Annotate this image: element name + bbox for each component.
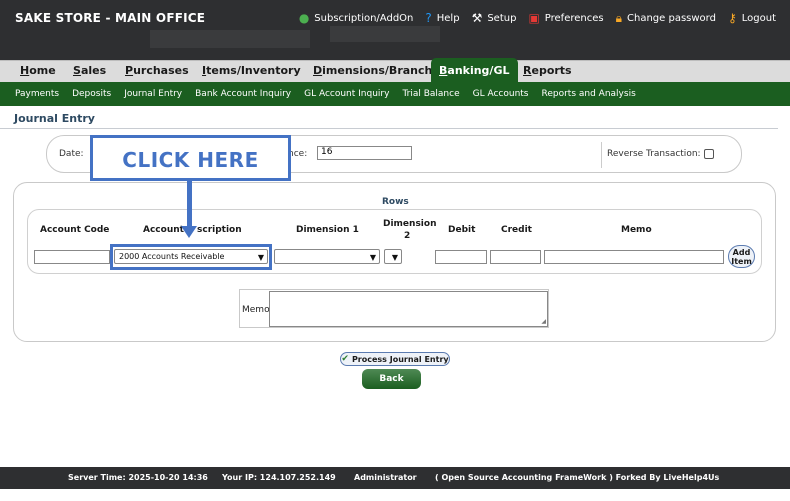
- subnav-bank-account-inquiry[interactable]: Bank Account Inquiry: [195, 89, 291, 99]
- top-header: SAKE STORE - MAIN OFFICE ● Subscription/…: [0, 0, 790, 62]
- process-label: Process Journal Entry: [351, 354, 449, 364]
- col-account-left: Account: [143, 225, 184, 235]
- memo-textarea[interactable]: ◢: [269, 291, 548, 327]
- company-name: SAKE STORE - MAIN OFFICE: [15, 11, 206, 25]
- subnav-reports-analysis[interactable]: Reports and Analysis: [542, 89, 636, 99]
- page-title: Journal Entry: [14, 112, 95, 125]
- account-code-input[interactable]: [34, 250, 110, 264]
- nav-home[interactable]: Home: [20, 64, 56, 77]
- credit-input[interactable]: [490, 250, 541, 264]
- change-password-link[interactable]: 🔒︎ Change password: [616, 12, 716, 24]
- client-ip: Your IP: 124.107.252.149: [222, 473, 336, 482]
- resize-handle-icon[interactable]: ◢: [541, 318, 546, 325]
- change-password-label: Change password: [627, 12, 716, 24]
- subscription-icon: ●: [298, 11, 310, 25]
- title-divider: [0, 128, 778, 129]
- logout-label: Logout: [741, 12, 776, 24]
- subnav-payments[interactable]: Payments: [15, 89, 59, 99]
- add-item-line1: Add: [732, 248, 751, 257]
- nav-reports[interactable]: Reports: [523, 64, 572, 77]
- sub-nav: Payments Deposits Journal Entry Bank Acc…: [0, 82, 790, 106]
- footer-credits: ( Open Source Accounting FrameWork ) For…: [435, 473, 720, 482]
- nav-sales-label: ales: [80, 64, 107, 77]
- footer: Server Time: 2025-10-20 14:36 Your IP: 1…: [0, 467, 790, 489]
- subscription-link[interactable]: ● Subscription/AddOn: [299, 12, 414, 24]
- annotation-highlight: [110, 244, 272, 270]
- col-account-code: Account Code: [40, 225, 110, 235]
- callout-text: CLICK HERE: [122, 148, 259, 172]
- col-account-right: scription: [197, 225, 242, 235]
- col-dimension2-line2: 2: [404, 231, 411, 241]
- nav-sales[interactable]: Sales: [73, 64, 106, 77]
- col-debit: Debit: [448, 225, 476, 235]
- callout-arrow: [187, 181, 192, 227]
- col-memo: Memo: [621, 225, 652, 235]
- nav-banking-gl[interactable]: Banking/GL: [431, 58, 518, 83]
- journal-entry-page: SAKE STORE - MAIN OFFICE ● Subscription/…: [0, 0, 790, 501]
- back-button[interactable]: Back: [362, 369, 421, 389]
- nav-items-inventory[interactable]: Items/Inventory: [202, 64, 301, 77]
- process-journal-entry-button[interactable]: ✔ Process Journal Entry: [340, 352, 450, 366]
- reverse-transaction-checkbox[interactable]: [704, 149, 714, 159]
- rows-heading: Rows: [382, 197, 409, 207]
- subscription-label: Subscription/AddOn: [314, 12, 414, 24]
- nav-items-label: tems/Inventory: [206, 64, 301, 77]
- lock-icon: 🔒︎: [615, 11, 622, 25]
- setup-icon: ⚒: [471, 11, 483, 25]
- dimension2-select[interactable]: ▼: [384, 249, 402, 264]
- add-item-line2: Item: [731, 257, 752, 266]
- subnav-gl-accounts[interactable]: GL Accounts: [473, 89, 529, 99]
- header-decoration: [150, 30, 310, 48]
- setup-link[interactable]: ⚒ Setup: [472, 12, 517, 24]
- click-here-callout: CLICK HERE: [90, 135, 291, 181]
- nav-home-label: ome: [29, 64, 56, 77]
- check-icon: ✔: [341, 354, 349, 364]
- key-icon: ⚷: [727, 11, 737, 25]
- server-time: Server Time: 2025-10-20 14:36: [68, 473, 208, 482]
- header-links: ● Subscription/AddOn ? Help ⚒ Setup ▣ Pr…: [299, 12, 776, 24]
- reference-input[interactable]: 16: [317, 146, 412, 160]
- subnav-journal-entry[interactable]: Journal Entry: [124, 89, 182, 99]
- nav-dimensions-branch[interactable]: Dimensions/Branch: [313, 64, 432, 77]
- logout-link[interactable]: ⚷ Logout: [728, 12, 776, 24]
- arrow-down-icon: [181, 226, 197, 238]
- help-link[interactable]: ? Help: [425, 12, 459, 24]
- nav-purchases-key: P: [125, 64, 134, 77]
- nav-dimensions-label: imensions/Branch: [322, 64, 433, 77]
- main-nav: Home Sales Purchases Items/Inventory Dim…: [0, 58, 790, 83]
- nav-sales-key: S: [73, 64, 81, 77]
- nav-purchases[interactable]: Purchases: [125, 64, 189, 77]
- col-credit: Credit: [501, 225, 532, 235]
- date-label: Date:: [59, 149, 84, 159]
- preferences-label: Preferences: [544, 12, 604, 24]
- nav-reports-label: eports: [531, 64, 572, 77]
- nav-purchases-label: urchases: [133, 64, 189, 77]
- help-label: Help: [436, 12, 460, 24]
- subnav-deposits[interactable]: Deposits: [72, 89, 111, 99]
- user-name: Administrator: [354, 473, 417, 482]
- col-dimension1: Dimension 1: [296, 225, 359, 235]
- nav-home-key: H: [20, 64, 30, 77]
- debit-input[interactable]: [435, 250, 487, 264]
- nav-dimensions-key: D: [313, 64, 323, 77]
- col-dimension2-line1: Dimension: [383, 219, 437, 229]
- header-decoration: [330, 26, 440, 42]
- preferences-icon: ▣: [528, 11, 540, 25]
- subnav-gl-account-inquiry[interactable]: GL Account Inquiry: [304, 89, 389, 99]
- reverse-transaction-label: Reverse Transaction:: [607, 149, 701, 159]
- subnav-trial-balance[interactable]: Trial Balance: [402, 89, 459, 99]
- help-icon: ?: [425, 11, 432, 25]
- chevron-down-icon: ▼: [369, 253, 376, 262]
- panel-divider: [601, 142, 602, 168]
- setup-label: Setup: [487, 12, 517, 24]
- chevron-down-icon: ▼: [391, 253, 398, 262]
- add-item-button[interactable]: Add Item: [728, 245, 755, 268]
- nav-banking-label: anking/GL: [447, 64, 510, 77]
- memo-label: Memo: [242, 305, 270, 315]
- dimension1-select[interactable]: ▼: [274, 249, 380, 264]
- preferences-link[interactable]: ▣ Preferences: [528, 12, 603, 24]
- line-memo-input[interactable]: [544, 250, 724, 264]
